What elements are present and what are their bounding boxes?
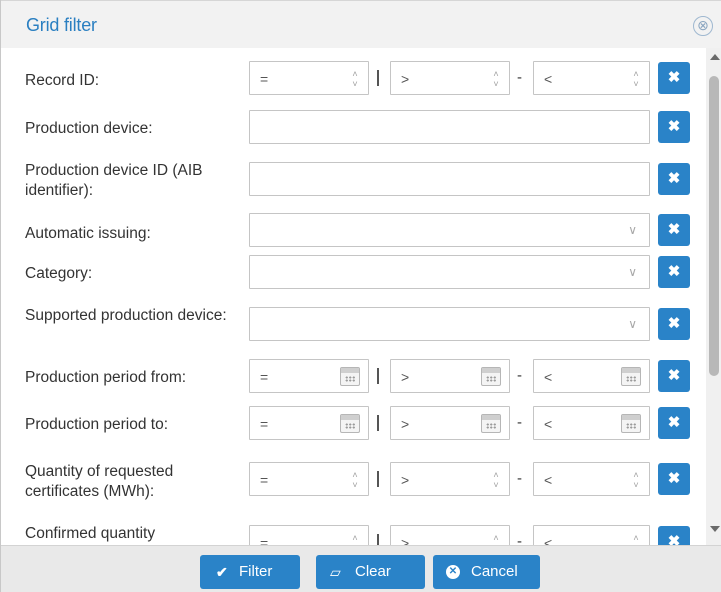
record-id-greater-input[interactable]: > ˄ ˅ [390,61,510,95]
category-select[interactable]: ∨ [249,255,650,289]
clear-period-from-button[interactable]: ✖ [658,360,690,392]
range-dash: - [517,69,522,86]
supported-device-select[interactable]: ∨ [249,307,650,341]
scroll-up-arrow-icon[interactable] [710,54,720,60]
field-label: Supported production device: [25,307,227,324]
production-device-input[interactable] [249,110,650,144]
close-icon[interactable]: ⊗ [693,16,713,36]
range-dash: - [517,470,522,487]
spinner-icon[interactable]: ˄˅ [631,533,641,545]
confirmed-qty-greater-input[interactable]: > ˄˅ [390,525,510,545]
production-device-aib-input[interactable] [249,162,650,196]
scroll-thumb[interactable] [709,76,719,376]
chevron-down-icon: ∨ [628,223,637,237]
period-from-equals-input[interactable]: = [249,359,369,393]
field-label: Record ID: [25,72,100,89]
filter-button-label: Filter [239,563,273,580]
separator [377,415,379,431]
filter-form: Record ID: = ˄ ˅ > ˄ ˅ - < ˄ ˅ ✖ Production… [1,48,706,545]
scroll-down-arrow-icon[interactable] [710,526,720,532]
clear-supported-device-button[interactable]: ✖ [658,308,690,340]
spinner-icon[interactable]: ˄˅ [491,470,501,490]
record-id-equals-input[interactable]: = ˄ ˅ [249,61,369,95]
calendar-icon[interactable] [621,414,641,433]
separator [377,471,379,487]
calendar-icon[interactable] [481,367,501,386]
vertical-scrollbar[interactable] [706,48,721,545]
clear-button[interactable]: ▱ Clear [316,555,425,589]
range-dash: - [517,533,522,545]
separator [377,70,379,86]
spinner-icon[interactable]: ˄˅ [631,69,641,89]
clear-category-button[interactable]: ✖ [658,256,690,288]
calendar-icon[interactable] [340,414,360,433]
clear-period-to-button[interactable]: ✖ [658,407,690,439]
clear-record-id-button[interactable]: ✖ [658,62,690,94]
spinner-icon[interactable]: ˄˅ [631,470,641,490]
confirmed-qty-equals-input[interactable]: = ˄˅ [249,525,369,545]
separator [377,534,379,545]
spinner-icon[interactable]: ˄˅ [350,533,360,545]
period-from-greater-input[interactable]: > [390,359,510,393]
field-label: Automatic issuing: [25,225,151,242]
spinner-icon[interactable]: ˄˅ [350,470,360,490]
spinner-icon[interactable]: ˄˅ [491,533,501,545]
filter-button[interactable]: ✔ Filter [200,555,300,589]
automatic-issuing-select[interactable]: ∨ [249,213,650,247]
spinner-icon[interactable]: ˄˅ [491,69,501,89]
field-label: Quantity of requested certificates (MWh)… [25,463,174,500]
calendar-icon[interactable] [621,367,641,386]
period-from-less-input[interactable]: < [533,359,650,393]
cancel-button-label: Cancel [471,563,518,580]
chevron-down-icon: ∨ [628,265,637,279]
spinner-icon[interactable]: ˄˅ [350,69,360,89]
clear-requested-qty-button[interactable]: ✖ [658,463,690,495]
dialog-footer: ✔ Filter ▱ Clear ✕ Cancel [1,545,721,592]
grid-filter-dialog: Grid filter ⊗ Record ID: = ˄ ˅ > ˄ ˅ - < ˄… [0,0,721,592]
field-label: Production device ID (AIB identifier): [25,162,203,199]
requested-qty-greater-input[interactable]: > ˄ ˅ [390,462,510,496]
calendar-icon[interactable] [340,367,360,386]
range-dash: - [517,414,522,431]
dialog-title: Grid filter [26,15,97,35]
calendar-icon[interactable] [481,414,501,433]
period-to-equals-input[interactable]: = [249,406,369,440]
clear-production-device-aib-button[interactable]: ✖ [658,163,690,195]
separator [377,368,379,384]
field-label: Production device: [25,120,153,137]
requested-qty-less-input[interactable]: < ˄ ˅ [533,462,650,496]
field-label: Production period to: [25,416,169,433]
cancel-button[interactable]: ✕ Cancel [433,555,540,589]
clear-automatic-issuing-button[interactable]: ✖ [658,214,690,246]
eraser-icon: ▱ [330,564,341,580]
period-to-greater-input[interactable]: > [390,406,510,440]
chevron-down-icon: ∨ [628,317,637,331]
clear-confirmed-qty-button[interactable]: ✖ [658,526,690,545]
record-id-less-input[interactable]: < ˄ ˅ [533,61,650,95]
cancel-icon: ✕ [446,565,460,579]
range-dash: - [517,367,522,384]
field-label: Production period from: [25,369,187,386]
dialog-titlebar: Grid filter ⊗ [1,0,721,48]
clear-button-label: Clear [355,563,391,580]
requested-qty-equals-input[interactable]: = ˄ ˅ [249,462,369,496]
check-icon: ✔ [216,564,228,580]
confirmed-qty-less-input[interactable]: < ˄˅ [533,525,650,545]
field-label: Category: [25,265,93,282]
field-label: Confirmed quantity [25,525,156,542]
period-to-less-input[interactable]: < [533,406,650,440]
clear-production-device-button[interactable]: ✖ [658,111,690,143]
